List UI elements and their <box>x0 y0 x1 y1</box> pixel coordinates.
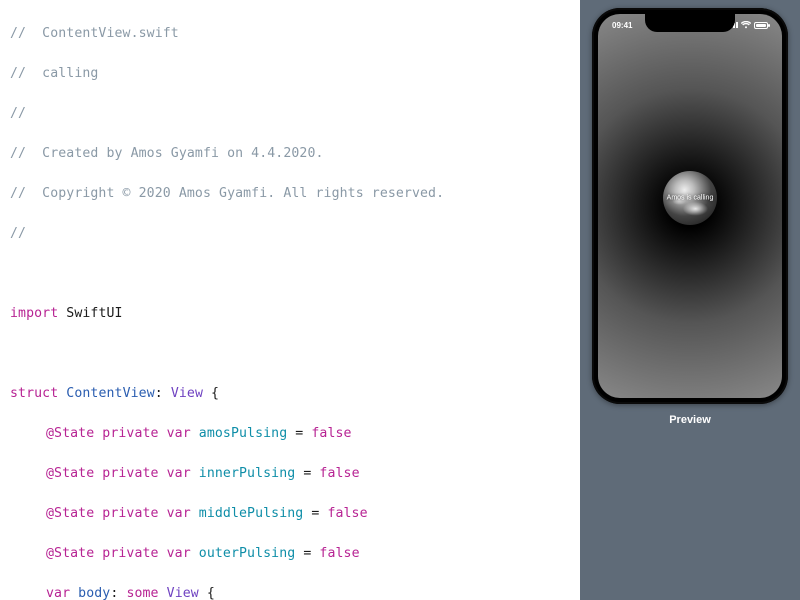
code-line: @State private var amosPulsing = false <box>10 424 580 444</box>
code-editor[interactable]: // ContentView.swift // calling // // Cr… <box>0 0 580 600</box>
caller-avatar-wrap: Amos is calling <box>663 171 717 225</box>
comment-line: // <box>10 104 580 124</box>
phone-screen[interactable]: 09:41 Amos is calling <box>598 14 782 398</box>
comment-line: // Created by Amos Gyamfi on 4.4.2020. <box>10 144 580 164</box>
phone-notch <box>645 14 735 32</box>
comment-line: // ContentView.swift <box>10 24 580 44</box>
blank-line <box>10 344 580 364</box>
status-time: 09:41 <box>612 21 632 30</box>
code-line: import SwiftUI <box>10 304 580 324</box>
code-line: @State private var innerPulsing = false <box>10 464 580 484</box>
code-line: struct ContentView: View { <box>10 384 580 404</box>
battery-icon <box>754 22 768 29</box>
comment-line: // calling <box>10 64 580 84</box>
preview-label: Preview <box>669 414 711 426</box>
comment-line: // Copyright © 2020 Amos Gyamfi. All rig… <box>10 184 580 204</box>
code-line: @State private var outerPulsing = false <box>10 544 580 564</box>
preview-panel: 09:41 Amos is calling Preview <box>580 0 800 600</box>
code-line: @State private var middlePulsing = false <box>10 504 580 524</box>
code-line: var body: some View { <box>10 584 580 600</box>
blank-line <box>10 264 580 284</box>
caller-text: Amos is calling <box>667 195 714 202</box>
phone-frame: 09:41 Amos is calling <box>592 8 788 404</box>
wifi-icon <box>741 21 751 29</box>
comment-line: // <box>10 224 580 244</box>
